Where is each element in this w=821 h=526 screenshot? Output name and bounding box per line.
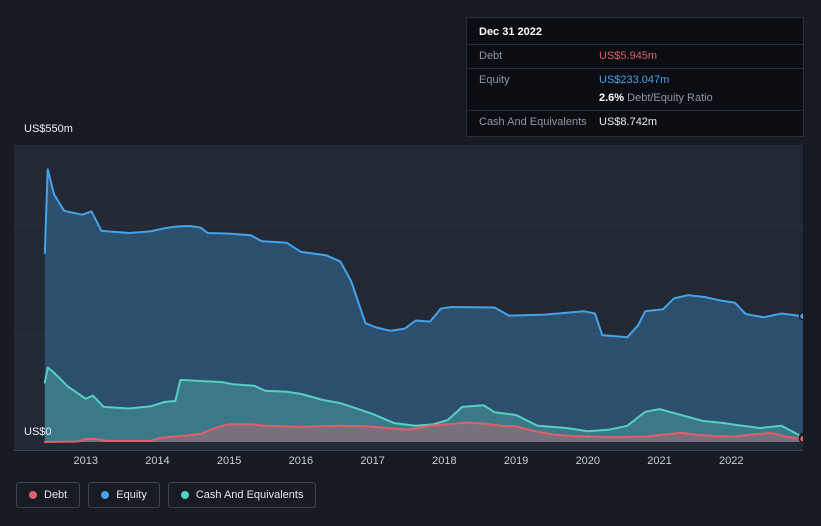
- tooltip-debt-label: Debt: [479, 50, 503, 62]
- legend-label-debt: Debt: [44, 489, 68, 501]
- chart-legend: Debt Equity Cash And Equivalents: [16, 482, 317, 508]
- x-tick-2016: 2016: [288, 455, 314, 467]
- tooltip-date: Dec 31 2022: [479, 26, 542, 38]
- legend-label-cash-and-equivalents: Cash And Equivalents: [195, 489, 304, 501]
- tooltip-equity-value: US$233.047m: [599, 74, 670, 86]
- chart-tooltip: Dec 31 2022 Debt US$5.945m Equity US$233…: [466, 17, 804, 137]
- legend-label-equity: Equity: [116, 489, 147, 501]
- y-axis-label-min: US$0: [24, 426, 52, 438]
- chart-svg: [14, 145, 803, 444]
- tooltip-divider: [467, 68, 803, 69]
- tooltip-row-equity: Equity US$233.047m: [467, 71, 803, 89]
- tooltip-row-debt: Debt US$5.945m: [467, 47, 803, 65]
- x-tick-2019: 2019: [503, 455, 529, 467]
- tooltip-cash-label: Cash And Equivalents: [479, 116, 587, 128]
- x-tick-2021: 2021: [647, 455, 672, 467]
- x-axis: 2013 2014 2015 2016 2017 2018 2019 2020 2021 2022: [0, 450, 821, 470]
- chart-panel: Dec 31 2022 Debt US$5.945m Equity US$233…: [0, 0, 821, 526]
- x-tick-2015: 2015: [216, 455, 242, 467]
- legend-item-debt[interactable]: Debt: [16, 482, 81, 508]
- chart-plot-area[interactable]: [14, 145, 803, 451]
- cash-and-equivalents-series-dot-icon: [180, 491, 189, 499]
- y-axis-label-max: US$550m: [24, 123, 73, 135]
- legend-item-equity[interactable]: Equity: [88, 482, 160, 508]
- equity-series-dot-icon: [101, 491, 110, 499]
- x-tick-2013: 2013: [73, 455, 98, 467]
- x-tick-2017: 2017: [360, 455, 385, 467]
- x-tick-2020: 2020: [575, 455, 601, 467]
- tooltip-ratio-label: Debt/Equity Ratio: [627, 92, 713, 104]
- x-tick-2014: 2014: [145, 455, 170, 467]
- tooltip-divider: [467, 110, 803, 111]
- tooltip-ratio-percent: 2.6%: [599, 92, 625, 104]
- tooltip-cash-value: US$8.742m: [599, 116, 658, 128]
- tooltip-ratio-spacer: [479, 91, 599, 105]
- tooltip-divider: [467, 44, 803, 45]
- legend-item-cash-and-equivalents[interactable]: Cash And Equivalents: [167, 482, 317, 508]
- tooltip-row-cash: Cash And Equivalents US$8.742m: [467, 113, 803, 131]
- x-tick-2022: 2022: [719, 455, 744, 467]
- tooltip-ratio: 2.6% Debt/Equity Ratio: [599, 91, 713, 105]
- x-tick-2018: 2018: [432, 455, 457, 467]
- debt-series-dot-icon: [29, 491, 37, 499]
- tooltip-equity-label: Equity: [479, 74, 510, 86]
- tooltip-debt-value: US$5.945m: [599, 50, 658, 62]
- tooltip-row-ratio: 2.6% Debt/Equity Ratio: [467, 89, 803, 107]
